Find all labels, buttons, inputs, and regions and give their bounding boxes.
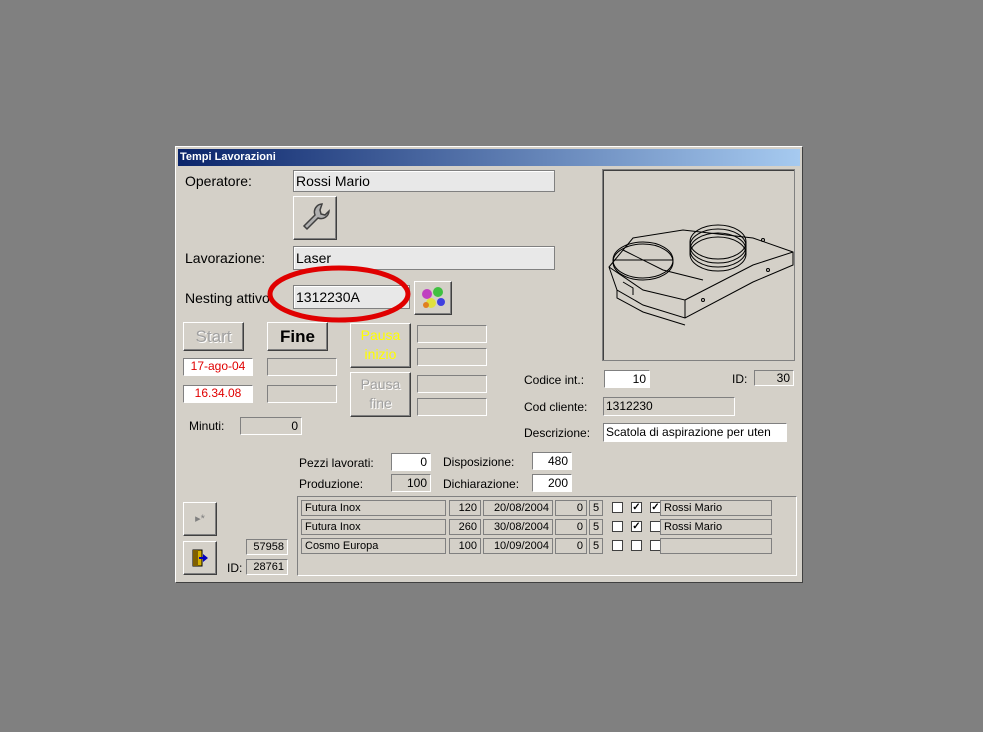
end-date-field[interactable] xyxy=(267,358,337,376)
disposizione-label: Disposizione: xyxy=(443,455,515,469)
exit-button[interactable] xyxy=(183,541,217,575)
id-bottom-field: 28761 xyxy=(246,559,288,575)
tempi-lavorazioni-window: Tempi Lavorazioni Operatore: Rossi Mario… xyxy=(175,146,803,583)
pausa-inizio-time-field[interactable] xyxy=(417,348,487,366)
cell-qta[interactable]: 260 xyxy=(449,519,481,535)
exit-door-icon xyxy=(192,549,208,567)
table-row[interactable]: Futura Inox 260 30/08/2004 0 5 ✓ Rossi Mario xyxy=(298,519,796,535)
cell-operatore[interactable]: Rossi Mario xyxy=(660,519,772,535)
new-record-button[interactable]: ▸* xyxy=(183,502,217,536)
highlight-circle xyxy=(267,265,411,323)
codice-int-label: Codice int.: xyxy=(524,373,585,387)
start-button[interactable]: Start xyxy=(183,322,244,351)
part-drawing xyxy=(602,169,795,361)
cell-qta[interactable]: 100 xyxy=(449,538,481,554)
row-checkbox[interactable] xyxy=(612,540,623,551)
lavorazione-label: Lavorazione: xyxy=(185,250,266,266)
cell-data[interactable]: 10/09/2004 xyxy=(483,538,553,554)
row-checkbox[interactable]: ✓ xyxy=(631,521,642,532)
pausa-fine-time-field[interactable] xyxy=(417,398,487,416)
orders-subform: Futura Inox 120 20/08/2004 0 5 ✓ ✓ Rossi Mario F… xyxy=(297,496,797,576)
cell-operatore[interactable]: Rossi Mario xyxy=(660,500,772,516)
cell-operatore[interactable] xyxy=(660,538,772,554)
cell-cliente[interactable]: Futura Inox xyxy=(301,519,446,535)
cell-a[interactable]: 0 xyxy=(555,500,587,516)
row-checkbox[interactable] xyxy=(612,502,623,513)
pausa-fine-date-field[interactable] xyxy=(417,375,487,393)
cell-cliente[interactable]: Cosmo Europa xyxy=(301,538,446,554)
new-record-icon: ▸* xyxy=(195,513,205,525)
id-bottom-label: ID: xyxy=(227,561,243,575)
part-drawing-image xyxy=(608,224,794,326)
pausa-fine-button[interactable]: Pausa fine xyxy=(350,372,411,417)
id-top-label: ID: xyxy=(732,372,748,386)
cell-qta[interactable]: 120 xyxy=(449,500,481,516)
cod-cliente-field[interactable]: 1312230 xyxy=(603,397,735,416)
nesting-label: Nesting attivo: xyxy=(185,290,274,306)
table-row[interactable]: Cosmo Europa 100 10/09/2004 0 5 xyxy=(298,538,796,554)
dichiarazione-field[interactable]: 200 xyxy=(532,474,572,492)
table-row[interactable]: Futura Inox 120 20/08/2004 0 5 ✓ ✓ Rossi Mario xyxy=(298,500,796,516)
tool-button[interactable] xyxy=(293,196,337,240)
cell-a[interactable]: 0 xyxy=(555,538,587,554)
date-field[interactable]: 17-ago-04 xyxy=(183,358,253,376)
parts-icon xyxy=(422,287,445,308)
fine-button[interactable]: Fine xyxy=(267,322,328,351)
cell-a[interactable]: 0 xyxy=(555,519,587,535)
codice-int-field[interactable]: 10 xyxy=(604,370,650,388)
end-time-field[interactable] xyxy=(267,385,337,403)
row-checkbox[interactable]: ✓ xyxy=(631,502,642,513)
disposizione-field[interactable]: 480 xyxy=(532,452,572,470)
produzione-field: 100 xyxy=(391,474,431,492)
minuti-label: Minuti: xyxy=(189,419,225,433)
cell-b[interactable]: 5 xyxy=(589,538,603,554)
row-checkbox[interactable] xyxy=(631,540,642,551)
cell-b[interactable]: 5 xyxy=(589,519,603,535)
row-checkbox[interactable] xyxy=(612,521,623,532)
time-field[interactable]: 16.34.08 xyxy=(183,385,253,403)
record-number-field: 57958 xyxy=(246,539,288,555)
pezzi-label: Pezzi lavorati: xyxy=(299,456,374,470)
cell-data[interactable]: 20/08/2004 xyxy=(483,500,553,516)
pausa-inizio-button[interactable]: Pausa inizio xyxy=(350,323,411,368)
pezzi-field[interactable]: 0 xyxy=(391,453,431,471)
cell-b[interactable]: 5 xyxy=(589,500,603,516)
id-top-field: 30 xyxy=(754,370,794,386)
window-title: Tempi Lavorazioni xyxy=(178,149,800,166)
wrench-icon xyxy=(302,203,330,231)
descrizione-field[interactable]: Scatola di aspirazione per uten xyxy=(603,423,787,442)
cell-cliente[interactable]: Futura Inox xyxy=(301,500,446,516)
dichiarazione-label: Dichiarazione: xyxy=(443,477,520,491)
operatore-label: Operatore: xyxy=(185,173,252,189)
operatore-field[interactable]: Rossi Mario xyxy=(293,170,555,192)
nesting-parts-button[interactable] xyxy=(414,281,452,315)
pausa-inizio-date-field[interactable] xyxy=(417,325,487,343)
descrizione-label: Descrizione: xyxy=(524,426,591,440)
minuti-field[interactable]: 0 xyxy=(240,417,302,435)
cod-cliente-label: Cod cliente: xyxy=(524,400,588,414)
cell-data[interactable]: 30/08/2004 xyxy=(483,519,553,535)
produzione-label: Produzione: xyxy=(299,477,364,491)
